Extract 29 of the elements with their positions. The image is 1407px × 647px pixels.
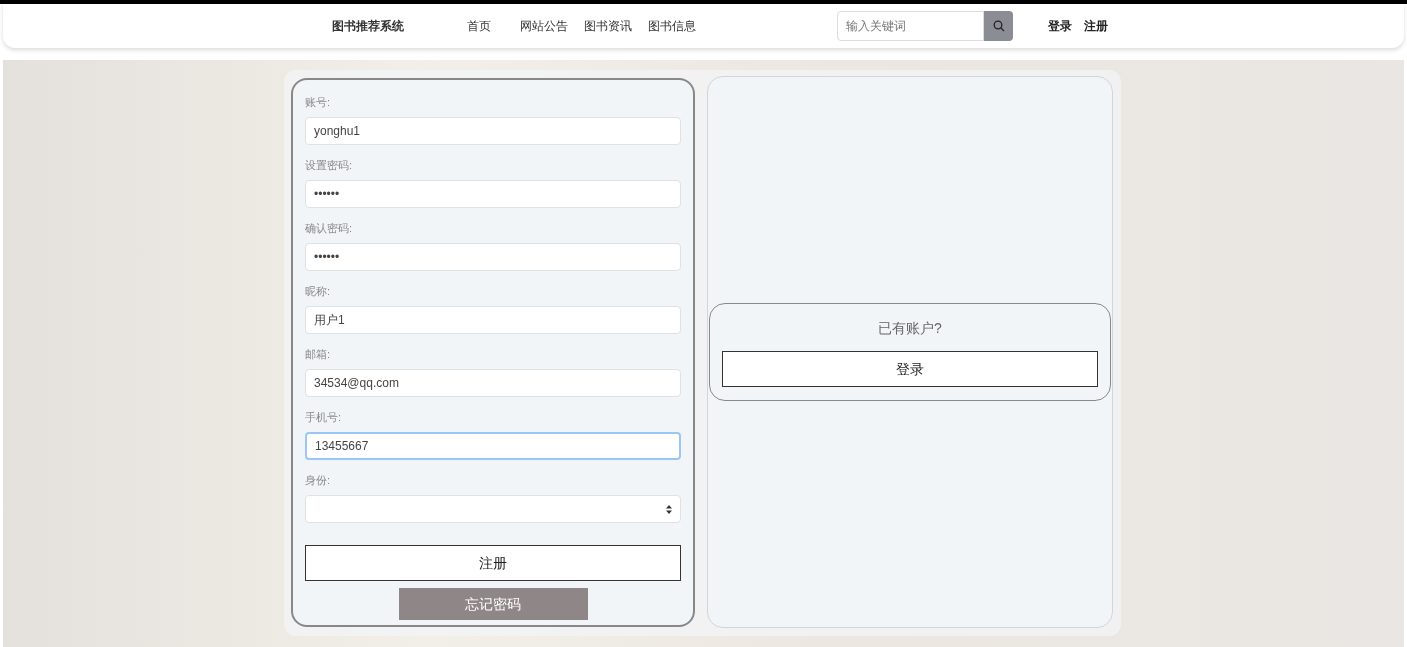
text-input-field[interactable]: yonghu1	[305, 117, 682, 145]
forgot-password-button[interactable]: 忘记密码	[398, 588, 588, 620]
field-label: 昵称:	[305, 284, 332, 299]
login-prompt-text: 已有账户?	[878, 319, 942, 338]
login-button[interactable]: 登录	[722, 351, 1098, 387]
auth-link[interactable]: 登录	[1048, 17, 1072, 35]
select-field[interactable]	[305, 495, 682, 523]
search-button[interactable]	[984, 11, 1013, 41]
text-input-field[interactable]: 用户1	[305, 306, 682, 334]
nav-link[interactable]: 网站公告	[520, 17, 568, 35]
field-label: 账号:	[305, 95, 332, 110]
nav-link[interactable]: 图书资讯	[584, 17, 632, 35]
register-button[interactable]: 注册	[305, 545, 682, 581]
search-icon	[992, 20, 1005, 32]
text-input-field[interactable]: ••••••	[305, 243, 682, 271]
text-input-field[interactable]: 13455667	[305, 432, 682, 460]
text-input-field[interactable]: 34534@qq.com	[305, 369, 682, 397]
search-field[interactable]: 输入关键词	[837, 11, 984, 41]
updown-arrows-icon	[666, 504, 673, 514]
text-input-field[interactable]: ••••••	[305, 180, 682, 208]
field-label: 确认密码:	[305, 221, 354, 236]
nav-link[interactable]: 图书信息	[648, 17, 696, 35]
field-label: 身份:	[305, 473, 332, 488]
auth-link[interactable]: 注册	[1084, 17, 1108, 35]
field-label: 设置密码:	[305, 158, 354, 173]
field-label: 手机号:	[305, 410, 343, 425]
site-title: 图书推荐系统	[332, 18, 404, 35]
field-label: 邮箱:	[305, 347, 332, 362]
nav-link[interactable]: 首页	[467, 17, 491, 35]
